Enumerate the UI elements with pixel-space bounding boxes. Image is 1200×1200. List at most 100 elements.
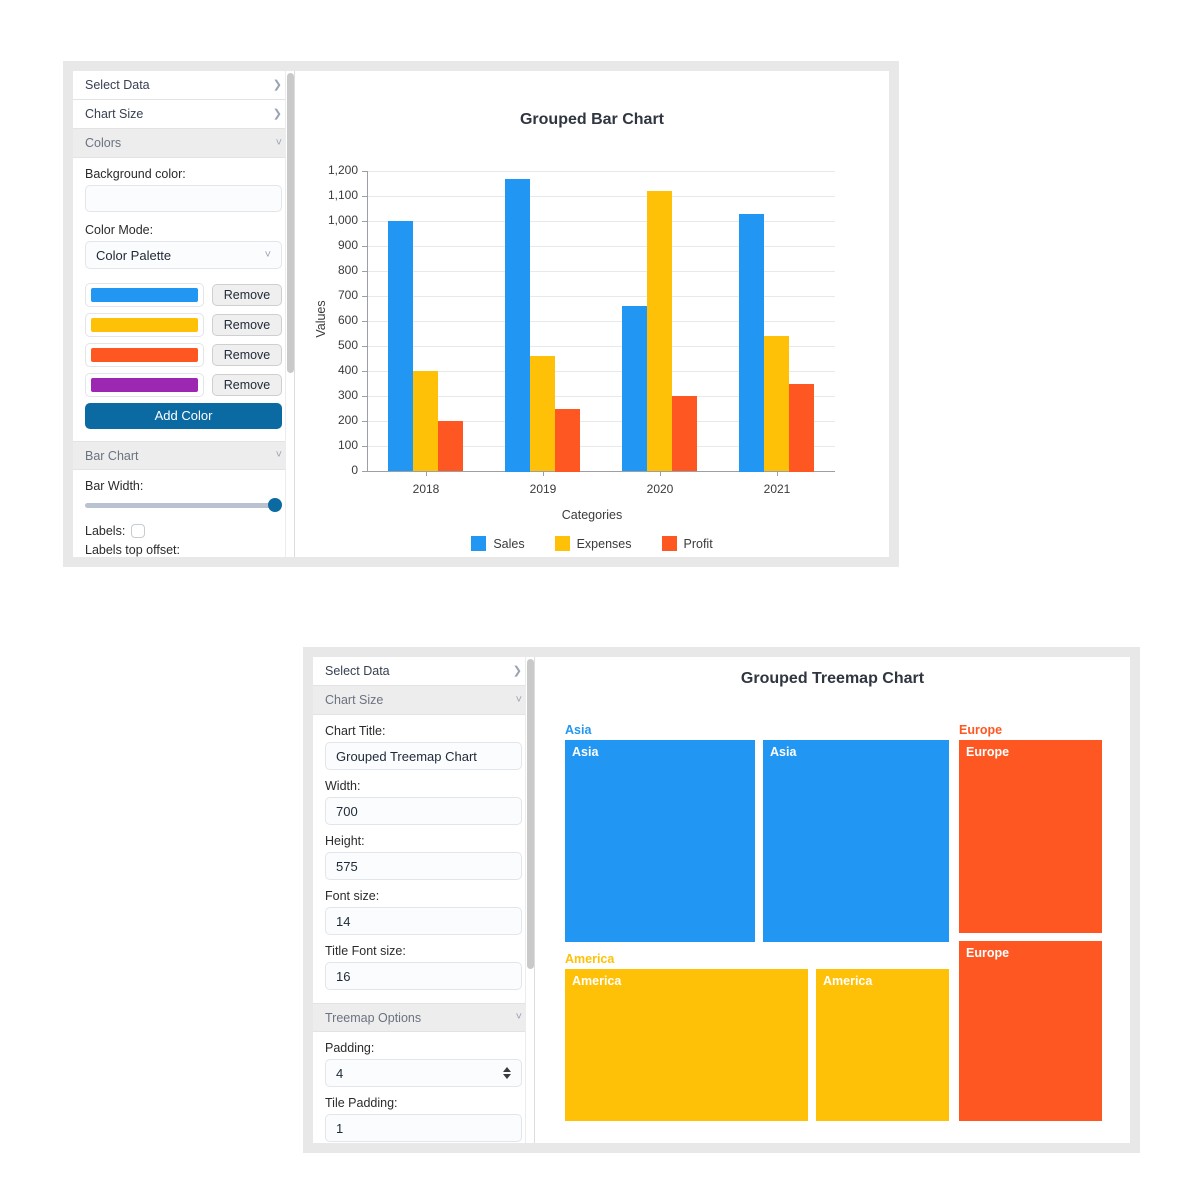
treemap-group-label: Asia bbox=[565, 723, 592, 737]
y-tick-label: 100 bbox=[337, 438, 358, 452]
x-axis-line bbox=[367, 471, 835, 472]
sidebar-section-treemap-options-label: Treemap Options bbox=[325, 1010, 422, 1025]
treemap-group-label: America bbox=[565, 952, 615, 966]
font-size-input[interactable]: 14 bbox=[325, 907, 522, 935]
treemap-tile[interactable]: Europe bbox=[959, 740, 1102, 933]
background-color-input[interactable] bbox=[85, 185, 282, 212]
x-tick-mark bbox=[660, 471, 661, 476]
treemap-tile-label: Asia bbox=[572, 745, 599, 759]
labels-label: Labels: bbox=[85, 524, 126, 538]
color-swatch-input[interactable] bbox=[85, 283, 204, 307]
bar[interactable] bbox=[388, 221, 413, 471]
treemap-options-panel-body: Padding: 4 Tile Padding: 1 Treemap Size: bbox=[313, 1032, 534, 1143]
remove-color-button[interactable]: Remove bbox=[212, 344, 282, 366]
treemap-tile[interactable]: America bbox=[565, 969, 808, 1121]
padding-input[interactable]: 4 bbox=[325, 1059, 522, 1087]
tile-padding-input[interactable]: 1 bbox=[325, 1114, 522, 1142]
sidebar-section-select-data[interactable]: Select Data ❯ bbox=[73, 71, 294, 100]
sidebar-section-bar-chart[interactable]: Bar Chart ˅ bbox=[73, 441, 294, 470]
treemap-tile[interactable]: Asia bbox=[565, 740, 755, 942]
chart-title-value: Grouped Treemap Chart bbox=[336, 748, 477, 764]
treemap-tile[interactable]: America bbox=[816, 969, 949, 1121]
padding-stepper[interactable] bbox=[503, 1067, 511, 1079]
chevron-down-icon: ˅ bbox=[515, 1011, 522, 1023]
x-axis-title: Categories bbox=[561, 508, 623, 522]
color-swatch bbox=[91, 318, 198, 332]
treemap-tile[interactable]: Asia bbox=[763, 740, 949, 942]
screenshot-stage: Select Data ❯ Chart Size ❯ Colors ˅ Back… bbox=[0, 0, 1200, 1200]
x-tick-label: 2021 bbox=[763, 482, 791, 496]
bar[interactable] bbox=[505, 179, 530, 472]
title-font-size-value: 16 bbox=[336, 968, 351, 984]
color-swatch-input[interactable] bbox=[85, 313, 204, 337]
bar[interactable] bbox=[672, 396, 697, 471]
width-input[interactable]: 700 bbox=[325, 797, 522, 825]
bar-chart-widget: Select Data ❯ Chart Size ❯ Colors ˅ Back… bbox=[63, 61, 899, 567]
sidebar-section-colors[interactable]: Colors ˅ bbox=[73, 129, 294, 158]
height-label: Height: bbox=[325, 834, 365, 848]
bar-width-slider[interactable] bbox=[85, 497, 282, 513]
color-swatch-input[interactable] bbox=[85, 373, 204, 397]
legend-swatch bbox=[661, 536, 677, 551]
sidebar-section-chart-size-label: Chart Size bbox=[85, 107, 144, 121]
bar[interactable] bbox=[789, 384, 814, 472]
sidebar-scrollbar-thumb[interactable] bbox=[287, 73, 294, 373]
color-swatch-input[interactable] bbox=[85, 343, 204, 367]
palette-row: Remove bbox=[85, 343, 282, 367]
treemap-tile[interactable]: Europe bbox=[959, 941, 1102, 1121]
treemap-sidebar[interactable]: Select Data ❯ Chart Size ˅ Chart Title: … bbox=[313, 657, 535, 1143]
labels-top-offset-label: Labels top offset: bbox=[85, 543, 180, 557]
bar[interactable] bbox=[413, 371, 438, 471]
y-tick-label: 700 bbox=[337, 288, 358, 302]
legend-item[interactable]: Profit bbox=[661, 536, 713, 551]
title-font-size-input[interactable]: 16 bbox=[325, 962, 522, 990]
tile-padding-value: 1 bbox=[336, 1120, 344, 1136]
treemap-tile-label: America bbox=[823, 974, 873, 988]
legend-item[interactable]: Expenses bbox=[554, 536, 632, 551]
sidebar-section-select-data[interactable]: Select Data ❯ bbox=[313, 657, 534, 686]
bar-width-label: Bar Width: bbox=[85, 479, 144, 493]
chevron-down-icon: ˅ bbox=[275, 449, 282, 461]
palette-row: Remove bbox=[85, 373, 282, 397]
bar[interactable] bbox=[622, 306, 647, 471]
chart-title-input[interactable]: Grouped Treemap Chart bbox=[325, 742, 522, 770]
chevron-right-icon: ❯ bbox=[512, 664, 522, 677]
bar[interactable] bbox=[438, 421, 463, 471]
treemap-chart-widget: Select Data ❯ Chart Size ˅ Chart Title: … bbox=[303, 647, 1140, 1153]
colors-panel-body: Background color: Color Mode: Color Pale… bbox=[73, 158, 294, 441]
bar[interactable] bbox=[555, 409, 580, 472]
sidebar-scrollbar[interactable] bbox=[525, 657, 534, 1143]
y-tick-label: 400 bbox=[337, 363, 358, 377]
chart-legend: Sales Expenses Profit bbox=[295, 536, 889, 551]
y-axis-line bbox=[367, 171, 368, 471]
treemap-tile-label: Asia bbox=[770, 745, 797, 759]
sidebar-section-chart-size[interactable]: Chart Size ˅ bbox=[313, 686, 534, 715]
color-mode-select[interactable]: Color Palette ˅ bbox=[85, 241, 282, 269]
legend-label: Profit bbox=[683, 536, 713, 551]
bar[interactable] bbox=[530, 356, 555, 471]
height-input[interactable]: 575 bbox=[325, 852, 522, 880]
bar-chart-sidebar[interactable]: Select Data ❯ Chart Size ❯ Colors ˅ Back… bbox=[73, 71, 295, 557]
remove-color-button[interactable]: Remove bbox=[212, 374, 282, 396]
x-tick-label: 2020 bbox=[646, 482, 674, 496]
gridline bbox=[367, 271, 835, 272]
sidebar-scrollbar-thumb[interactable] bbox=[527, 659, 534, 969]
y-tick-label: 200 bbox=[337, 413, 358, 427]
sidebar-section-bar-chart-label: Bar Chart bbox=[85, 448, 139, 463]
remove-color-button[interactable]: Remove bbox=[212, 284, 282, 306]
y-tick-label: 800 bbox=[337, 263, 358, 277]
bar[interactable] bbox=[739, 214, 764, 472]
sidebar-section-chart-size[interactable]: Chart Size ❯ bbox=[73, 100, 294, 129]
legend-item[interactable]: Sales bbox=[471, 536, 525, 551]
y-tick-label: 1,200 bbox=[327, 163, 358, 177]
add-color-button[interactable]: Add Color bbox=[85, 403, 282, 429]
bar[interactable] bbox=[764, 336, 789, 471]
remove-color-button[interactable]: Remove bbox=[212, 314, 282, 336]
legend-label: Expenses bbox=[576, 536, 632, 551]
sidebar-section-treemap-options[interactable]: Treemap Options ˅ bbox=[313, 1003, 534, 1032]
slider-knob[interactable] bbox=[268, 498, 282, 512]
sidebar-scrollbar[interactable] bbox=[285, 71, 294, 557]
bar[interactable] bbox=[647, 191, 672, 471]
y-tick-label: 900 bbox=[337, 238, 358, 252]
labels-checkbox[interactable] bbox=[131, 524, 146, 538]
